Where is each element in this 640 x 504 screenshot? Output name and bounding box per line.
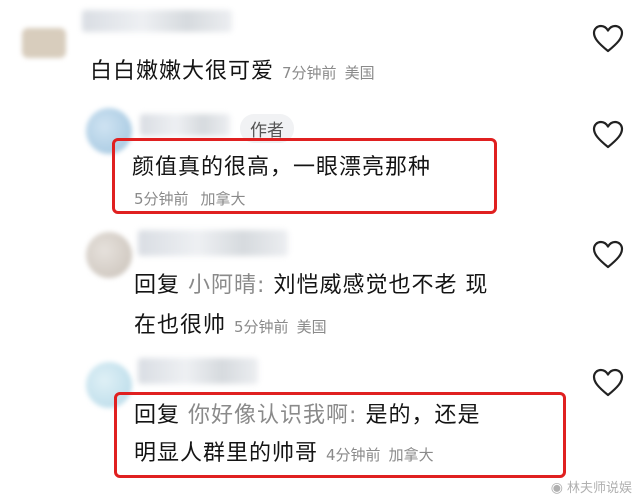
comment-location: 美国 <box>296 318 327 336</box>
reply-target-user[interactable]: 小阿晴: <box>188 273 265 298</box>
comment-time: 5分钟前 <box>234 318 289 336</box>
avatar[interactable] <box>86 232 132 278</box>
highlight-box <box>112 138 497 214</box>
comment-3: 回复 小阿晴: 刘恺威感觉也不老 现 在也很帅 5分钟前 美国 <box>0 220 640 350</box>
comment-body-line-2: 在也很帅 <box>134 313 227 338</box>
comment-text: 白白嫩嫩大很可爱 7分钟前 美国 <box>90 52 375 93</box>
weibo-icon: ◉ <box>550 480 563 496</box>
watermark: ◉ 林夫师说娱 <box>551 477 632 496</box>
username-blurred[interactable] <box>82 10 232 32</box>
highlight-box <box>114 392 566 478</box>
comment-body-line-1: 刘恺威感觉也不老 现 <box>273 273 489 298</box>
comment-1: 白白嫩嫩大很可爱 7分钟前 美国 <box>0 0 640 100</box>
comment-2: 作者 颜值真的很高，一眼漂亮那种 5分钟前 加拿大 <box>0 100 640 220</box>
comment-time: 7分钟前 <box>282 64 337 82</box>
comment-4: 回复 你好像认识我啊: 是的，还是 明显人群里的帅哥 4分钟前 加拿大 <box>0 350 640 504</box>
username-blurred[interactable] <box>140 114 230 136</box>
comment-body: 白白嫩嫩大很可爱 <box>90 59 275 84</box>
comment-location: 美国 <box>344 64 375 82</box>
reply-line-1: 回复 小阿晴: 刘恺威感觉也不老 现 <box>134 266 488 306</box>
like-heart-icon[interactable] <box>592 24 624 54</box>
like-heart-icon[interactable] <box>592 120 624 150</box>
username-blurred[interactable] <box>138 230 288 256</box>
username-blurred[interactable] <box>138 358 258 384</box>
reply-prefix: 回复 <box>134 273 181 298</box>
like-heart-icon[interactable] <box>592 368 624 398</box>
reply-line-2: 在也很帅 5分钟前 美国 <box>134 306 327 347</box>
avatar[interactable] <box>22 28 66 58</box>
like-heart-icon[interactable] <box>592 240 624 270</box>
watermark-text: 林夫师说娱 <box>566 481 632 496</box>
